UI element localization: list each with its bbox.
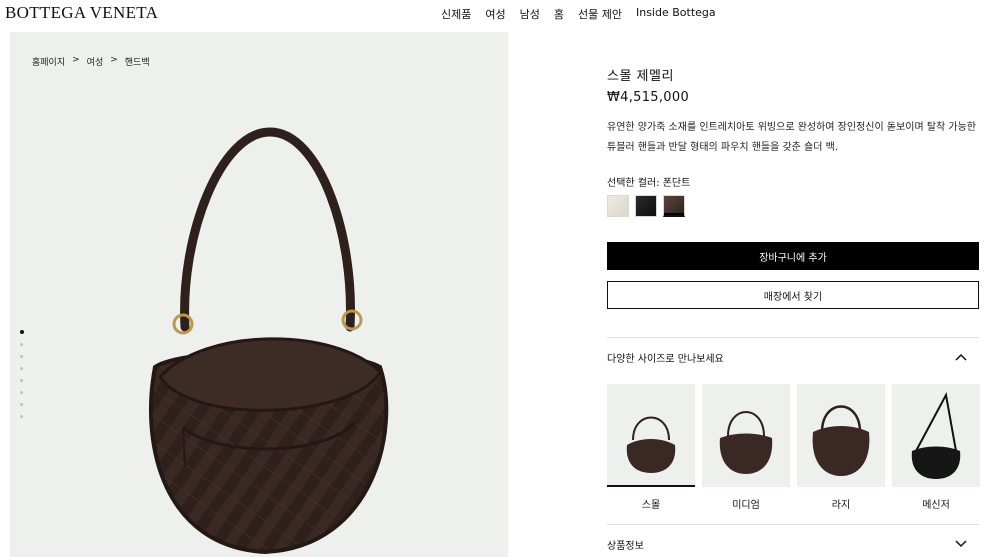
breadcrumb-separator: >	[72, 55, 80, 65]
size-thumbnail	[892, 384, 980, 487]
size-thumbnail	[797, 384, 885, 487]
nav-item-men[interactable]: 남성	[520, 6, 540, 22]
size-card-messenger[interactable]: 메신저	[892, 384, 980, 511]
product-info-accordion-header[interactable]: 상품정보	[607, 537, 967, 552]
add-to-cart-button[interactable]: 장바구니에 추가	[607, 242, 979, 270]
product-title: 스몰 제멜리	[607, 69, 674, 84]
size-options: 스몰 미디엄 라지 메신저	[607, 384, 980, 511]
breadcrumb-home[interactable]: 홈페이지	[32, 55, 65, 68]
gallery-pagination	[19, 330, 24, 418]
product-details: 스몰 제멜리 ₩4,515,000 유연한 양가죽 소재를 인트레치아토 위빙으…	[607, 65, 979, 217]
size-thumbnail	[702, 384, 790, 487]
swatch-black[interactable]	[635, 195, 657, 217]
breadcrumb-handbags[interactable]: 핸드백	[125, 55, 150, 68]
product-gallery: 홈페이지 > 여성 > 핸드백	[10, 32, 508, 557]
gallery-dot[interactable]	[20, 391, 23, 394]
product-image[interactable]	[125, 127, 405, 557]
size-label: 스몰	[641, 500, 661, 511]
nav-item-home[interactable]: 홈	[554, 6, 564, 22]
breadcrumb: 홈페이지 > 여성 > 핸드백	[32, 55, 150, 68]
gallery-dot[interactable]	[20, 379, 23, 382]
sizes-heading: 다양한 사이즈로 만나보세요	[607, 354, 724, 365]
gallery-dot[interactable]	[19, 330, 24, 334]
gallery-dot[interactable]	[20, 403, 23, 406]
size-card-small[interactable]: 스몰	[607, 384, 695, 511]
brand-logo[interactable]: BOTTEGA VENETA	[5, 3, 158, 23]
main-nav: 신제품 여성 남성 홈 선물 제안 Inside Bottega	[441, 6, 716, 22]
swatch-fondant[interactable]	[663, 195, 685, 217]
nav-item-inside-bottega[interactable]: Inside Bottega	[636, 6, 716, 22]
divider	[607, 524, 979, 525]
size-card-large[interactable]: 라지	[797, 384, 885, 511]
sizes-accordion-header[interactable]: 다양한 사이즈로 만나보세요	[607, 350, 967, 365]
divider	[607, 337, 979, 338]
size-card-medium[interactable]: 미디엄	[702, 384, 790, 511]
product-info-heading: 상품정보	[607, 541, 644, 552]
nav-item-new[interactable]: 신제품	[441, 6, 471, 22]
breadcrumb-women[interactable]: 여성	[87, 55, 104, 68]
gallery-dot[interactable]	[20, 343, 23, 346]
gallery-dot[interactable]	[20, 355, 23, 358]
chevron-up-icon[interactable]	[955, 350, 967, 365]
product-description: 유연한 양가죽 소재를 인트레치아토 위빙으로 완성하여 장인정신이 돋보이며 …	[607, 122, 977, 153]
breadcrumb-separator: >	[110, 55, 118, 65]
selected-color-label: 선택한 컬러: 폰단트	[607, 178, 691, 189]
gallery-dot[interactable]	[20, 415, 23, 418]
nav-item-gifts[interactable]: 선물 제안	[578, 6, 622, 22]
gallery-dot[interactable]	[20, 367, 23, 370]
size-thumbnail	[607, 384, 695, 487]
nav-item-women[interactable]: 여성	[485, 6, 505, 22]
product-price: ₩4,515,000	[607, 90, 690, 105]
size-label: 메신저	[922, 500, 950, 511]
size-label: 미디엄	[732, 500, 760, 511]
swatch-ivory[interactable]	[607, 195, 629, 217]
color-swatches	[607, 195, 979, 217]
chevron-down-icon[interactable]	[955, 537, 967, 552]
site-header: BOTTEGA VENETA 신제품 여성 남성 홈 선물 제안 Inside …	[0, 0, 1000, 28]
size-label: 라지	[831, 500, 851, 511]
find-in-store-button[interactable]: 매장에서 찾기	[607, 281, 979, 309]
